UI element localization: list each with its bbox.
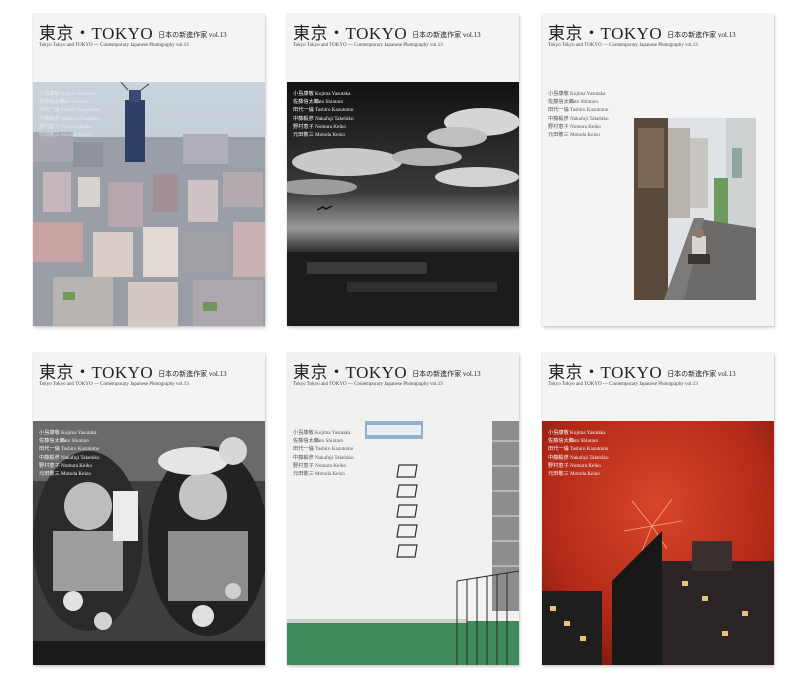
- cover-subtitle: Tokyo Tokyo and TOKYO — Contemporary Jap…: [548, 382, 698, 387]
- artist-row: 田代一倫Tashiro Kazutomo: [39, 446, 100, 453]
- artist-row: 田代一倫Tashiro Kazutomo: [293, 446, 354, 453]
- artist-row: 元田敬三Motoda Keizo: [293, 471, 345, 478]
- book-cover-6: 東京・TOKYO 日本の新進作家 vol.13 Tokyo Tokyo and T…: [542, 353, 774, 665]
- photo-street-alley: [634, 118, 756, 300]
- artist-row: 小島康敬Kojima Yasutaka: [39, 430, 97, 436]
- artist-row: 元田敬三Motoda Keizo: [39, 132, 91, 139]
- artist-list: 小島康敬Kojima Yasutaka 佐藤信太郎Sato Shintaro 田…: [293, 90, 354, 139]
- artist-row: 野村恵子Nomura Keiko: [548, 123, 601, 130]
- cover-title: 東京・TOKYO: [39, 363, 154, 382]
- artist-row: 野村恵子Nomura Keiko: [39, 123, 92, 130]
- cover-series: 日本の新進作家 vol.13: [412, 31, 481, 39]
- cover-subtitle: Tokyo Tokyo and TOKYO — Contemporary Jap…: [293, 43, 443, 48]
- artist-list: 小島康敬Kojima Yasutaka 佐藤信太郎Sato Shintaro 田…: [548, 90, 609, 139]
- artist-list: 小島康敬Kojima Yasutaka 佐藤信太郎Sato Shintaro 田…: [39, 90, 100, 139]
- artist-row: 小島康敬Kojima Yasutaka: [548, 430, 606, 436]
- artist-row: 小島康敬Kojima Yasutaka: [39, 91, 97, 97]
- artist-row: 元田敬三Motoda Keizo: [39, 471, 91, 478]
- artist-row: 佐藤信太郎Sato Shintaro: [293, 99, 344, 106]
- artist-row: 佐藤信太郎Sato Shintaro: [39, 438, 90, 445]
- cover-title: 東京・TOKYO: [293, 363, 408, 382]
- cover-subtitle: Tokyo Tokyo and TOKYO — Contemporary Jap…: [39, 43, 189, 48]
- artist-list: 小島康敬Kojima Yasutaka 佐藤信太郎Sato Shintaro 田…: [293, 429, 354, 478]
- artist-row: 田代一倫Tashiro Kazutomo: [548, 107, 609, 114]
- artist-row: 中藤毅彦Nakafuji Takehiko: [39, 454, 100, 461]
- book-cover-2: 東京・TOKYO 日本の新進作家 vol.13 Tokyo Tokyo and T…: [287, 14, 519, 326]
- artist-row: 小島康敬Kojima Yasutaka: [293, 430, 351, 436]
- book-cover-3: 東京・TOKYO 日本の新進作家 vol.13 Tokyo Tokyo and T…: [542, 14, 774, 326]
- artist-row: 佐藤信太郎Sato Shintaro: [548, 438, 599, 445]
- book-cover-4: 東京・TOKYO 日本の新進作家 vol.13 Tokyo Tokyo and T…: [33, 353, 265, 665]
- artist-row: 佐藤信太郎Sato Shintaro: [293, 438, 344, 445]
- cover-series: 日本の新進作家 vol.13: [158, 370, 227, 378]
- cover-subtitle: Tokyo Tokyo and TOKYO — Contemporary Jap…: [39, 382, 189, 387]
- cover-title: 東京・TOKYO: [548, 363, 663, 382]
- cover-title: 東京・TOKYO: [548, 24, 663, 43]
- artist-row: 田代一倫Tashiro Kazutomo: [548, 446, 609, 453]
- artist-row: 佐藤信太郎Sato Shintaro: [548, 99, 599, 106]
- cover-series: 日本の新進作家 vol.13: [667, 31, 736, 39]
- artist-row: 田代一倫Tashiro Kazutomo: [39, 107, 100, 114]
- cover-title: 東京・TOKYO: [39, 24, 154, 43]
- artist-row: 野村恵子Nomura Keiko: [548, 462, 601, 469]
- artist-row: 小島康敬Kojima Yasutaka: [548, 91, 606, 97]
- cover-title: 東京・TOKYO: [293, 24, 408, 43]
- artist-row: 野村恵子Nomura Keiko: [293, 123, 346, 130]
- artist-row: 中藤毅彦Nakafuji Takehiko: [548, 454, 609, 461]
- artist-row: 中藤毅彦Nakafuji Takehiko: [293, 115, 354, 122]
- artist-row: 小島康敬Kojima Yasutaka: [293, 91, 351, 97]
- artist-row: 佐藤信太郎Sato Shintaro: [39, 99, 90, 106]
- artist-row: 中藤毅彦Nakafuji Takehiko: [39, 115, 100, 122]
- artist-row: 田代一倫Tashiro Kazutomo: [293, 107, 354, 114]
- book-cover-1: 東京・TOKYO 日本の新進作家 vol.13 Tokyo Tokyo and T…: [33, 14, 265, 326]
- artist-row: 元田敬三Motoda Keizo: [548, 471, 600, 478]
- book-cover-5: 東京・TOKYO 日本の新進作家 vol.13 Tokyo Tokyo and T…: [287, 353, 519, 665]
- artist-list: 小島康敬Kojima Yasutaka 佐藤信太郎Sato Shintaro 田…: [39, 429, 100, 478]
- artist-row: 中藤毅彦Nakafuji Takehiko: [548, 115, 609, 122]
- cover-series: 日本の新進作家 vol.13: [667, 370, 736, 378]
- cover-series: 日本の新進作家 vol.13: [412, 370, 481, 378]
- artist-row: 野村恵子Nomura Keiko: [293, 462, 346, 469]
- cover-subtitle: Tokyo Tokyo and TOKYO — Contemporary Jap…: [293, 382, 443, 387]
- artist-row: 中藤毅彦Nakafuji Takehiko: [293, 454, 354, 461]
- artist-row: 元田敬三Motoda Keizo: [548, 132, 600, 139]
- artist-row: 野村恵子Nomura Keiko: [39, 462, 92, 469]
- cover-subtitle: Tokyo Tokyo and TOKYO — Contemporary Jap…: [548, 43, 698, 48]
- artist-list: 小島康敬Kojima Yasutaka 佐藤信太郎Sato Shintaro 田…: [548, 429, 609, 478]
- cover-series: 日本の新進作家 vol.13: [158, 31, 227, 39]
- artist-row: 元田敬三Motoda Keizo: [293, 132, 345, 139]
